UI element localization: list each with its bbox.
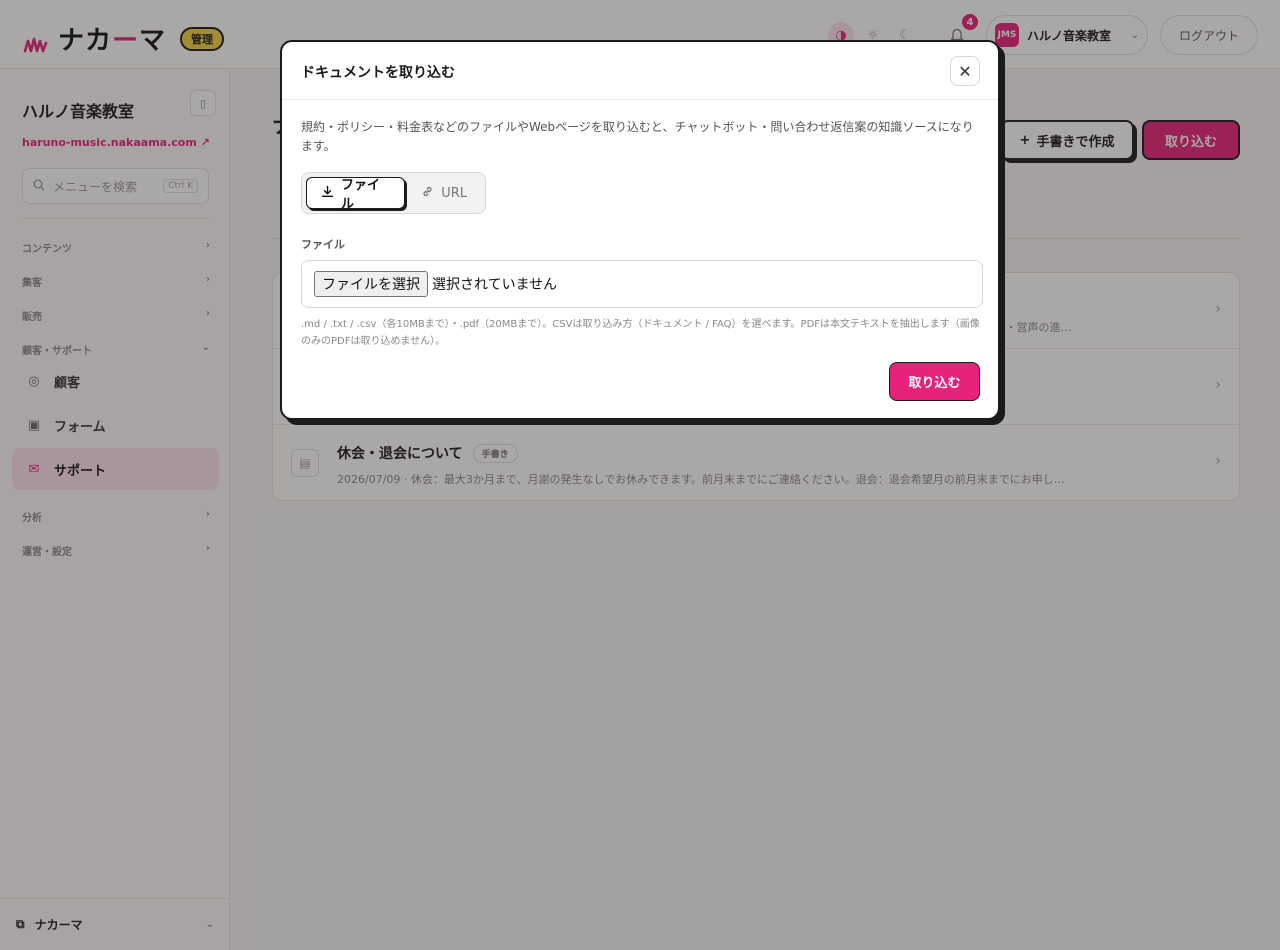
import-document-dialog: ドキュメントを取り込む ✕ 規約・ポリシー・料金表などのファイルやWebページを… <box>280 40 1000 420</box>
submit-import-button[interactable]: 取り込む <box>889 362 980 401</box>
file-field-label: ファイル <box>301 238 345 251</box>
tab-url[interactable]: URL <box>407 177 481 209</box>
file-input: ファイルを選択 選択されていません <box>301 260 983 308</box>
source-type-switch: ファイル URL <box>301 172 486 214</box>
dialog-description: 規約・ポリシー・料金表などのファイルやWebページを取り込むと、チャットボット・… <box>301 120 974 153</box>
close-icon[interactable]: ✕ <box>950 56 980 86</box>
tab-file[interactable]: ファイル <box>306 177 406 212</box>
choose-file-button[interactable]: ファイルを選択 <box>314 271 428 297</box>
dialog-header: ドキュメントを取り込む ✕ <box>282 42 998 100</box>
dialog-title: ドキュメントを取り込む <box>301 65 455 81</box>
download-icon <box>321 185 334 202</box>
file-status: 選択されていません <box>432 277 558 293</box>
link-icon <box>421 185 434 202</box>
file-help-text: .md / .txt / .csv（各10MBまで）・.pdf（20MBまで）。… <box>301 319 980 347</box>
